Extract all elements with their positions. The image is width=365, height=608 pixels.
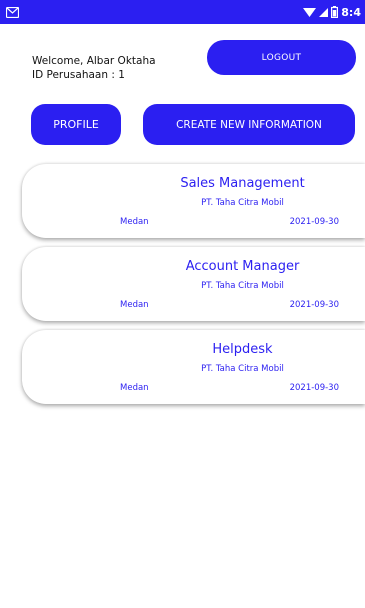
job-city: Medan (120, 300, 149, 310)
job-city: Medan (120, 383, 149, 393)
logout-button[interactable]: LOGOUT (207, 40, 356, 75)
job-date: 2021-09-30 (289, 217, 339, 227)
job-company: PT. Taha Citra Mobil (201, 198, 284, 208)
welcome-text: Welcome, Albar Oktaha (32, 55, 156, 67)
battery-icon (331, 6, 339, 18)
job-title: Account Manager (185, 259, 300, 274)
job-date: 2021-09-30 (289, 383, 339, 393)
job-card[interactable]: Account Manager PT. Taha Citra Mobil Med… (22, 247, 365, 321)
status-right: 8:4 (303, 6, 361, 19)
job-city: Medan (120, 217, 149, 227)
job-card[interactable]: Helpdesk PT. Taha Citra Mobil Medan 2021… (22, 330, 365, 404)
status-bar: 8:4 (0, 0, 365, 24)
welcome-block: Welcome, Albar Oktaha ID Perusahaan : 1 (32, 54, 156, 82)
job-company: PT. Taha Citra Mobil (201, 364, 284, 374)
wifi-icon (303, 7, 317, 18)
create-new-information-button[interactable]: CREATE NEW INFORMATION (143, 104, 355, 145)
company-id-text: ID Perusahaan : 1 (32, 69, 125, 81)
job-card[interactable]: Sales Management PT. Taha Citra Mobil Me… (22, 164, 365, 238)
job-date: 2021-09-30 (289, 300, 339, 310)
job-title: Helpdesk (212, 342, 273, 357)
job-company: PT. Taha Citra Mobil (201, 281, 284, 291)
status-left (6, 6, 19, 18)
profile-button[interactable]: PROFILE (31, 104, 121, 145)
job-title: Sales Management (180, 176, 305, 191)
gmail-icon (6, 6, 19, 18)
status-time: 8:4 (341, 5, 361, 19)
signal-icon (319, 7, 329, 18)
